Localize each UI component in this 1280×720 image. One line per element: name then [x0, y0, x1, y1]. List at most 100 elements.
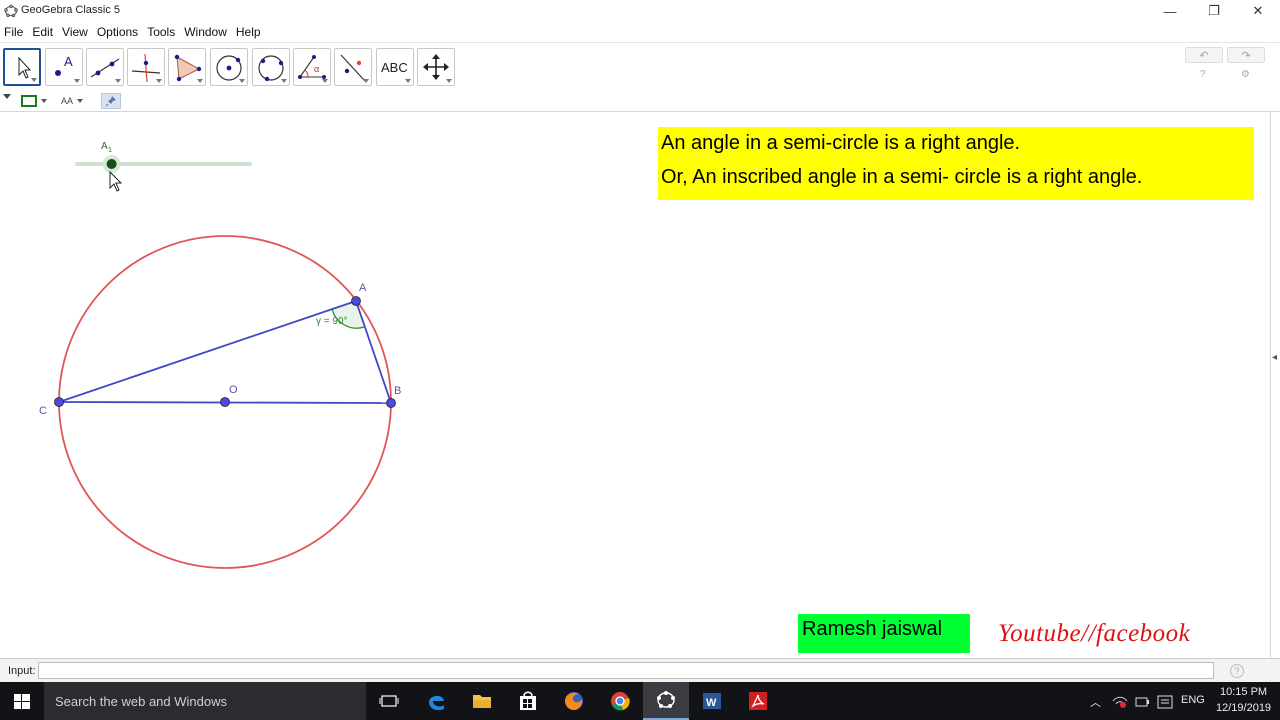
point-o[interactable]	[220, 397, 230, 407]
theorem-note[interactable]: An angle in a semi-circle is a right ang…	[658, 127, 1254, 200]
menu-options[interactable]: Options	[97, 25, 138, 39]
input-label: Input:	[8, 665, 36, 677]
chevron-left-icon: ◂	[1272, 352, 1278, 363]
restore-button[interactable]: ❐	[1192, 0, 1236, 22]
point-a[interactable]	[351, 296, 361, 306]
mouse-cursor-icon	[109, 170, 123, 192]
taskbar-edge[interactable]	[413, 682, 459, 720]
angle-tool-label: α	[314, 64, 319, 74]
taskbar-file-explorer[interactable]	[459, 682, 505, 720]
network-warning-icon[interactable]	[1112, 695, 1128, 709]
tool-angle[interactable]: α	[293, 48, 331, 86]
pin-icon	[105, 96, 116, 107]
window-title: GeoGebra Classic 5	[21, 4, 121, 16]
chevron-down-icon	[77, 99, 84, 103]
slider-knob[interactable]	[106, 159, 117, 169]
taskbar-store[interactable]	[505, 682, 551, 720]
tool-move[interactable]	[3, 48, 41, 86]
tool-circle-center[interactable]	[210, 48, 248, 86]
start-button[interactable]	[0, 682, 44, 720]
font-size-button[interactable]: AA	[61, 93, 87, 109]
menu-window[interactable]: Window	[184, 25, 227, 39]
menu-file[interactable]: File	[4, 25, 23, 39]
tray-chevron-up-icon[interactable]: ︿	[1090, 694, 1101, 710]
sidebar-expand-tab[interactable]: ◂	[1270, 112, 1280, 658]
color-picker-button[interactable]	[20, 93, 50, 109]
language-indicator[interactable]: ENG	[1181, 694, 1205, 706]
pin-button[interactable]	[101, 93, 121, 109]
segment-ab[interactable]	[355, 300, 392, 404]
tool-move-graphics[interactable]	[417, 48, 455, 86]
geogebra-taskbar-icon	[657, 691, 675, 708]
undo-button[interactable]: ↶	[1185, 47, 1223, 63]
segment-ca[interactable]	[58, 300, 357, 403]
tool-polygon[interactable]	[168, 48, 206, 86]
task-view-button[interactable]	[366, 682, 412, 720]
tool-circle-three-points[interactable]	[252, 48, 290, 86]
redo-button[interactable]: ↷	[1227, 47, 1265, 63]
clock-time[interactable]: 10:15 PM	[1220, 686, 1267, 698]
input-bar: Input: ?	[0, 658, 1280, 682]
battery-icon[interactable]	[1134, 695, 1150, 709]
point-c[interactable]	[54, 397, 64, 407]
task-view-icon	[379, 695, 399, 707]
edge-browser-icon	[429, 695, 444, 711]
slider-label: A	[101, 141, 108, 152]
rectangle-color-icon	[21, 95, 47, 107]
store-bag-icon	[520, 691, 536, 710]
firefox-icon	[565, 692, 583, 710]
point-tool-label: A	[64, 54, 73, 69]
tool-reflect[interactable]	[334, 48, 372, 86]
taskbar-word[interactable]: W	[689, 682, 735, 720]
tool-perpendicular[interactable]	[127, 48, 165, 86]
menu-tools[interactable]: Tools	[147, 25, 175, 39]
taskbar-search-placeholder: Search the web and Windows	[55, 694, 227, 709]
menu-edit[interactable]: Edit	[32, 25, 53, 39]
menu-help[interactable]: Help	[236, 25, 261, 39]
label-a: A	[359, 282, 367, 294]
style-bar: AA	[0, 90, 1280, 112]
label-o: O	[229, 384, 238, 396]
menu-view[interactable]: View	[62, 25, 88, 39]
algebra-input-field[interactable]	[38, 662, 1214, 679]
author-signature[interactable]: Ramesh jaiswal	[798, 614, 970, 653]
acrobat-icon	[749, 692, 767, 710]
toggle-stylebar-icon[interactable]	[3, 93, 13, 101]
taskbar-geogebra[interactable]	[643, 682, 689, 720]
clock-date[interactable]: 12/19/2019	[1216, 702, 1271, 714]
minimize-button[interactable]: —	[1148, 0, 1192, 22]
channel-label[interactable]: Youtube//facebook	[998, 620, 1190, 648]
menu-bar: File Edit View Options Tools Window Help	[0, 22, 1280, 42]
tool-line[interactable]	[86, 48, 124, 86]
close-button[interactable]: ✕	[1236, 0, 1280, 22]
input-help-icon[interactable]: ?	[1230, 664, 1244, 678]
help-icon[interactable]: ?	[1200, 69, 1206, 80]
taskbar-search-box[interactable]: Search the web and Windows	[44, 682, 366, 720]
word-icon: W	[703, 693, 721, 709]
label-b: B	[394, 385, 401, 397]
text-tool-label: ABC	[381, 60, 408, 75]
windows-logo-icon	[14, 694, 30, 709]
label-c: C	[39, 405, 47, 417]
settings-gear-icon[interactable]: ⚙	[1241, 69, 1250, 80]
windows-taskbar: Search the web and Windows W ︿ ENG 10:15…	[0, 682, 1280, 720]
tool-point[interactable]: A	[45, 48, 83, 86]
svg-text:W: W	[706, 697, 717, 709]
title-bar: GeoGebra Classic 5 — ❐ ✕	[0, 0, 1280, 22]
theorem-line-2: Or, An inscribed angle in a semi- circle…	[661, 166, 1143, 188]
font-size-label: AA	[61, 96, 74, 106]
point-b[interactable]	[386, 398, 396, 408]
taskbar-chrome[interactable]	[597, 682, 643, 720]
action-center-icon[interactable]	[1157, 695, 1173, 709]
toolbar: A α ABC ↶ ↷ ? ⚙	[0, 42, 1280, 90]
geogebra-app-icon	[4, 4, 18, 18]
slider-label-subscript: 1	[108, 147, 112, 154]
chrome-icon	[611, 692, 630, 711]
taskbar-firefox[interactable]	[551, 682, 597, 720]
theorem-line-1: An angle in a semi-circle is a right ang…	[661, 132, 1021, 154]
angle-gamma-label: γ = 90°	[316, 316, 348, 327]
tool-text[interactable]: ABC	[376, 48, 414, 86]
folder-icon	[473, 695, 491, 708]
geogebra-window: GeoGebra Classic 5 — ❐ ✕ File Edit View …	[0, 0, 1280, 720]
taskbar-acrobat[interactable]	[735, 682, 781, 720]
